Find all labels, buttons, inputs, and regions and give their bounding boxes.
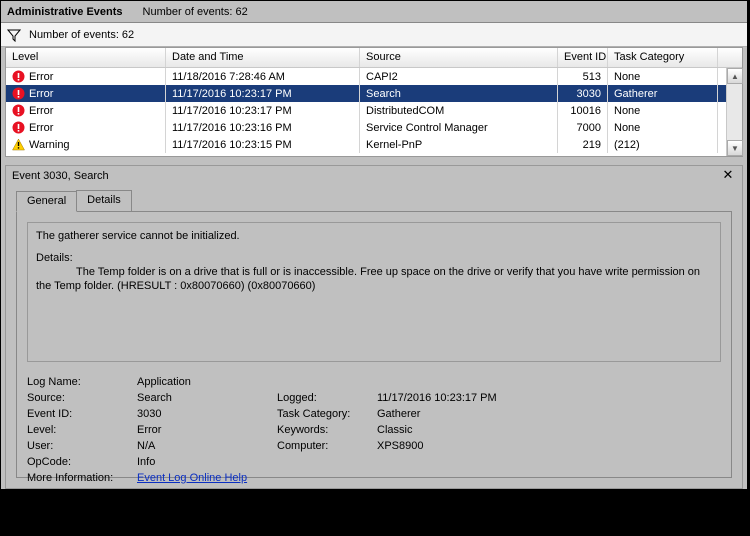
col-header-scroll [718,48,734,67]
tab-details[interactable]: Details [76,190,132,211]
app-title: Administrative Events [7,6,123,18]
table-row[interactable]: Error 11/17/2016 10:23:17 PMSearch3030Gat… [6,85,742,102]
row-event-id: 10016 [558,102,608,120]
row-source: DistributedCOM [360,102,558,120]
keywords-label: Keywords: [277,424,377,436]
logged-label: Logged: [277,392,377,404]
msg-line3: The Temp folder is on a drive that is fu… [36,265,712,293]
row-datetime: 11/17/2016 10:23:16 PM [166,119,360,137]
row-event-id: 513 [558,68,608,86]
row-source: Search [360,85,558,103]
log-name-label: Log Name: [27,376,137,388]
row-level: Error [29,88,53,100]
event-log-online-help-link[interactable]: Event Log Online Help [137,472,247,484]
row-event-id: 219 [558,136,608,154]
scroll-down-icon[interactable]: ▼ [727,140,743,156]
col-header-datetime[interactable]: Date and Time [166,48,360,67]
msg-line2: Details: [36,251,712,265]
opcode-value: Info [137,456,277,468]
row-datetime: 11/18/2016 7:28:46 AM [166,68,360,86]
col-header-level[interactable]: Level [6,48,166,67]
row-task-cat: None [608,68,718,86]
table-row[interactable]: Warning 11/17/2016 10:23:15 PMKernel-PnP2… [6,136,742,153]
row-event-id: 7000 [558,119,608,137]
details-title: Event 3030, Search [12,170,109,182]
user-value: N/A [137,440,277,452]
event-id-label: Event ID: [27,408,137,420]
opcode-label: OpCode: [27,456,137,468]
error-icon [12,70,25,83]
table-row[interactable]: Error 11/17/2016 10:23:17 PMDistributedCO… [6,102,742,119]
vertical-scrollbar[interactable]: ▲ ▼ [726,68,742,156]
table-row[interactable]: Error 11/17/2016 10:23:16 PMService Contr… [6,119,742,136]
keywords-value: Classic [377,424,617,436]
task-cat-label: Task Category: [277,408,377,420]
more-info-label: More Information: [27,472,137,484]
grid-header: Level Date and Time Source Event ID Task… [6,48,742,68]
row-task-cat: None [608,102,718,120]
tab-body: The gatherer service cannot be initializ… [16,211,732,478]
row-level: Error [29,122,53,134]
row-datetime: 11/17/2016 10:23:17 PM [166,85,360,103]
header-count: Number of events: 62 [143,6,248,18]
table-row[interactable]: Error 11/18/2016 7:28:46 AMCAPI2513None [6,68,742,85]
task-cat-value: Gatherer [377,408,617,420]
row-task-cat: Gatherer [608,85,718,103]
col-header-task-cat[interactable]: Task Category [608,48,718,67]
row-source: Kernel-PnP [360,136,558,154]
filter-bar: Number of events: 62 [1,23,747,47]
filter-icon[interactable] [7,28,21,42]
message-box: The gatherer service cannot be initializ… [27,222,721,362]
header-bar: Administrative Events Number of events: … [1,1,747,23]
row-level: Error [29,71,53,83]
filter-count: Number of events: 62 [29,29,134,41]
user-label: User: [27,440,137,452]
row-event-id: 3030 [558,85,608,103]
row-datetime: 11/17/2016 10:23:17 PM [166,102,360,120]
scroll-up-icon[interactable]: ▲ [727,68,743,84]
level-label: Level: [27,424,137,436]
row-task-cat: (212) [608,136,718,154]
error-icon [12,87,25,100]
col-header-source[interactable]: Source [360,48,558,67]
computer-label: Computer: [277,440,377,452]
row-level: Warning [29,139,70,151]
msg-line1: The gatherer service cannot be initializ… [36,229,712,243]
computer-value: XPS8900 [377,440,617,452]
row-source: CAPI2 [360,68,558,86]
col-header-event-id[interactable]: Event ID [558,48,608,67]
error-icon [12,104,25,117]
event-grid: Level Date and Time Source Event ID Task… [5,47,743,157]
row-level: Error [29,105,53,117]
details-pane: Event 3030, Search ✕ General Details The… [5,165,743,489]
source-label: Source: [27,392,137,404]
kv-grid: Log Name: Application Source: Search Log… [27,376,721,484]
source-value: Search [137,392,277,404]
row-source: Service Control Manager [360,119,558,137]
logged-value: 11/17/2016 10:23:17 PM [377,392,617,404]
log-name-value: Application [137,376,277,388]
row-datetime: 11/17/2016 10:23:15 PM [166,136,360,154]
tab-general[interactable]: General [16,191,77,212]
warning-icon [12,138,25,151]
row-task-cat: None [608,119,718,137]
close-icon[interactable]: ✕ [720,168,736,184]
error-icon [12,121,25,134]
level-value: Error [137,424,277,436]
event-id-value: 3030 [137,408,277,420]
